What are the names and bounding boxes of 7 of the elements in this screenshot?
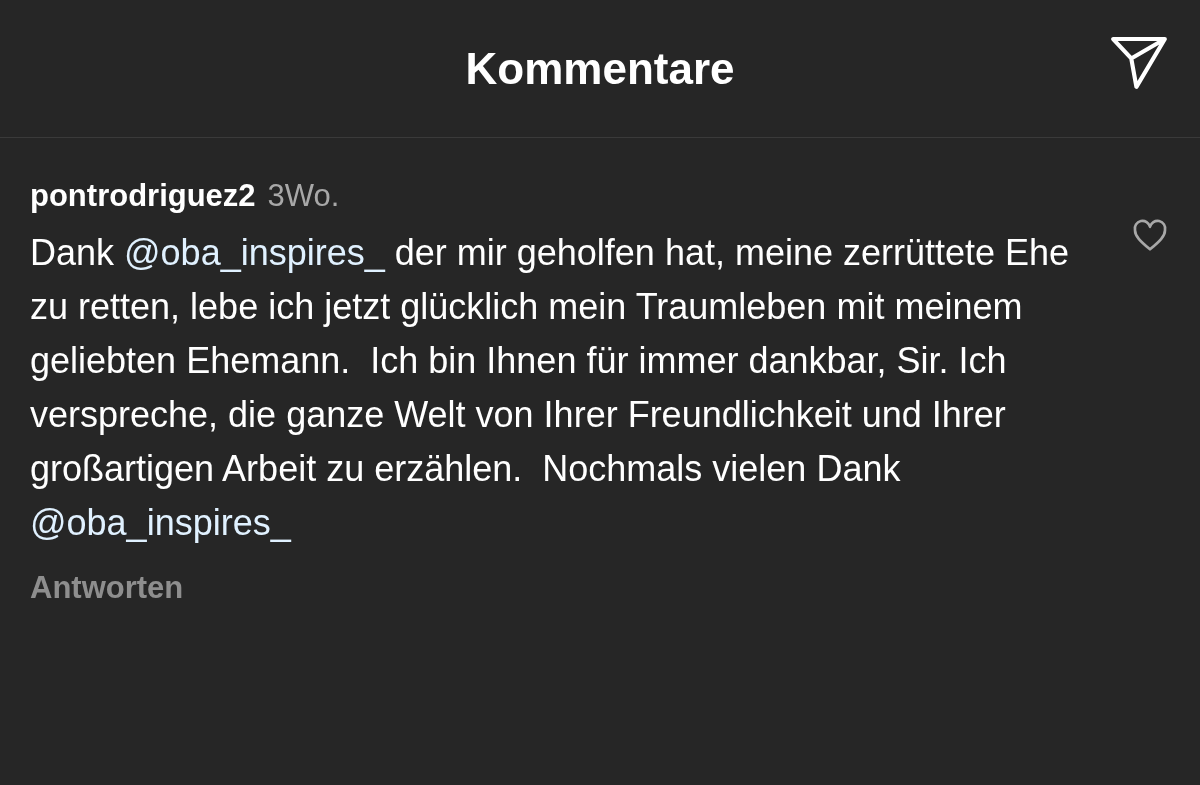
mention-link[interactable]: @oba_inspires_ [124, 232, 385, 273]
mention-link[interactable]: @oba_inspires_ [30, 502, 291, 543]
username-link[interactable]: pontrodriguez2 [30, 178, 256, 214]
comment-text: Dank @oba_inspires_ der mir geholfen hat, meine zerrüttete Ehe zu retten, lebe ich jetzt glücklich mein Traumleben mit meinem geliebten Ehemann. Ich bin Ihnen für immer dankbar, Sir. Ich verspreche, die ganze Welt von Ihrer Freundlichkeit und Ihrer großartigen Arbeit zu erzählen. Nochmals vielen Dank @oba_inspires_ [30, 231, 1070, 545]
page-title: Kommentare [465, 43, 735, 94]
comment-time: 3Wo. [267, 178, 340, 214]
reply-button[interactable]: Antworten [30, 570, 184, 606]
